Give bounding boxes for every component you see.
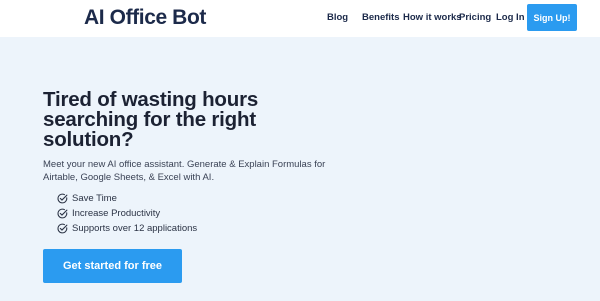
get-started-button[interactable]: Get started for free	[43, 249, 182, 283]
nav-link-benefits[interactable]: Benefits	[362, 12, 399, 23]
hero-headline: Tired of wasting hours searching for the…	[43, 88, 259, 151]
feature-label: Save Time	[72, 193, 117, 204]
check-circle-icon	[57, 223, 68, 234]
check-circle-icon	[57, 193, 68, 204]
hero-description: Meet your new AI office assistant. Gener…	[43, 159, 326, 183]
feature-list: Save Time Increase Productivity Supports…	[57, 191, 197, 236]
logo[interactable]: AI Office Bot	[84, 6, 206, 30]
nav-link-blog[interactable]: Blog	[327, 12, 348, 23]
nav-link-login[interactable]: Log In	[496, 12, 525, 23]
feature-item: Save Time	[57, 191, 197, 206]
feature-label: Supports over 12 applications	[72, 223, 198, 234]
feature-label: Increase Productivity	[72, 208, 161, 219]
nav-link-pricing[interactable]: Pricing	[459, 12, 491, 23]
signup-button[interactable]: Sign Up!	[527, 4, 577, 31]
feature-item: Increase Productivity	[57, 206, 197, 221]
site-header: AI Office Bot Blog Benefits How it works…	[0, 0, 600, 37]
check-circle-icon	[57, 208, 68, 219]
feature-item: Supports over 12 applications	[57, 221, 197, 236]
nav-link-how-it-works[interactable]: How it works	[403, 12, 462, 23]
